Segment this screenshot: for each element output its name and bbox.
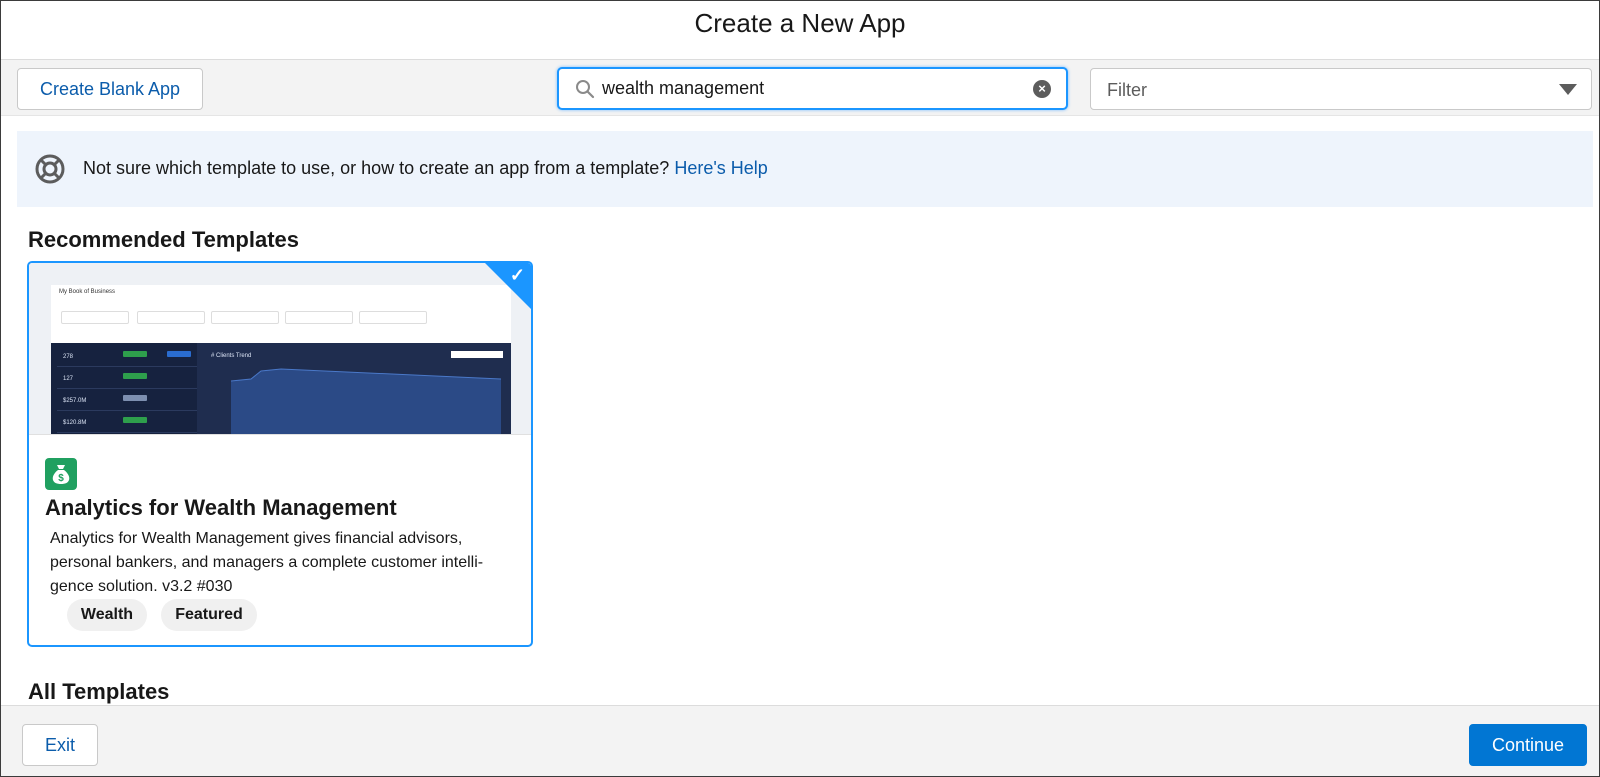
preview-trend-title: # Clients Trend	[211, 353, 251, 359]
help-message: Not sure which template to use, or how t…	[83, 158, 768, 179]
dialog-footer: Exit Continue	[1, 705, 1599, 776]
lifebuoy-icon	[35, 154, 65, 184]
template-preview-image: My Book of Business 278 127 $257.0M $120…	[29, 263, 531, 435]
help-banner: Not sure which template to use, or how t…	[17, 131, 1593, 207]
chevron-down-icon	[1559, 84, 1577, 95]
recommended-heading: Recommended Templates	[28, 227, 300, 252]
preview-view-trend	[167, 351, 191, 357]
money-bag-icon: $	[45, 458, 77, 490]
preview-tabs	[51, 329, 511, 341]
create-app-dialog: Create a New App Create Blank App × Filt…	[0, 0, 1600, 777]
help-link[interactable]: Here's Help	[674, 158, 767, 178]
template-description: Analytics for Wealth Management gives fi…	[50, 530, 484, 595]
preview-trend-select	[451, 351, 503, 358]
search-box[interactable]: ×	[557, 67, 1068, 110]
help-text: Not sure which template to use, or how t…	[83, 158, 670, 178]
preview-metric-value: $120.8M	[63, 420, 87, 426]
preview-metric-value: $257.0M	[63, 398, 87, 404]
preview-metric-row: 127	[57, 367, 197, 389]
exit-button[interactable]: Exit	[22, 724, 98, 766]
preview-filter	[359, 311, 427, 324]
preview-metric-value: 127	[63, 376, 74, 382]
tag-wealth: Wealth	[67, 599, 147, 631]
search-input[interactable]	[602, 73, 1022, 104]
preview-metric-row: $120.8M	[57, 411, 197, 433]
preview-dashboard-title: My Book of Business	[59, 289, 116, 295]
filter-dropdown[interactable]: Filter	[1090, 68, 1592, 110]
continue-button[interactable]: Continue	[1469, 724, 1587, 766]
dialog-header: Create a New App	[1, 1, 1599, 60]
page-title: Create a New App	[694, 7, 906, 38]
preview-dashboard: 278 127 $257.0M $120.8M # Clients Trend	[51, 343, 511, 434]
preview-metric-badge	[123, 417, 147, 423]
preview-metrics: 278 127 $257.0M $120.8M	[51, 343, 197, 434]
preview-trend-chart: # Clients Trend	[211, 351, 503, 434]
checkmark-icon: ✓	[509, 265, 525, 285]
preview-metric-value: 278	[63, 354, 74, 360]
all-templates-heading: All Templates	[28, 679, 170, 704]
toolbar: Create Blank App × Filter	[1, 60, 1599, 116]
svg-text:$: $	[58, 473, 64, 484]
filter-label: Filter	[1107, 80, 1147, 100]
preview-filter	[211, 311, 279, 324]
preview-metric-badge	[123, 395, 147, 401]
preview-metric-row: $257.0M	[57, 389, 197, 411]
preview-metric-badge	[123, 351, 147, 357]
preview-metric-badge	[123, 373, 147, 379]
preview-filters	[51, 307, 511, 327]
preview-metric-row: 278	[57, 345, 197, 367]
preview-filter	[137, 311, 205, 324]
template-title: Analytics for Wealth Management	[45, 495, 397, 520]
preview-filter	[61, 311, 129, 324]
clear-search-icon[interactable]: ×	[1033, 80, 1051, 98]
preview-trend-area	[231, 369, 501, 434]
search-icon	[576, 80, 595, 99]
template-card[interactable]: My Book of Business 278 127 $257.0M $120…	[27, 261, 533, 647]
preview-filter	[285, 311, 353, 324]
tag-featured: Featured	[161, 599, 257, 631]
create-blank-app-button[interactable]: Create Blank App	[17, 68, 203, 110]
